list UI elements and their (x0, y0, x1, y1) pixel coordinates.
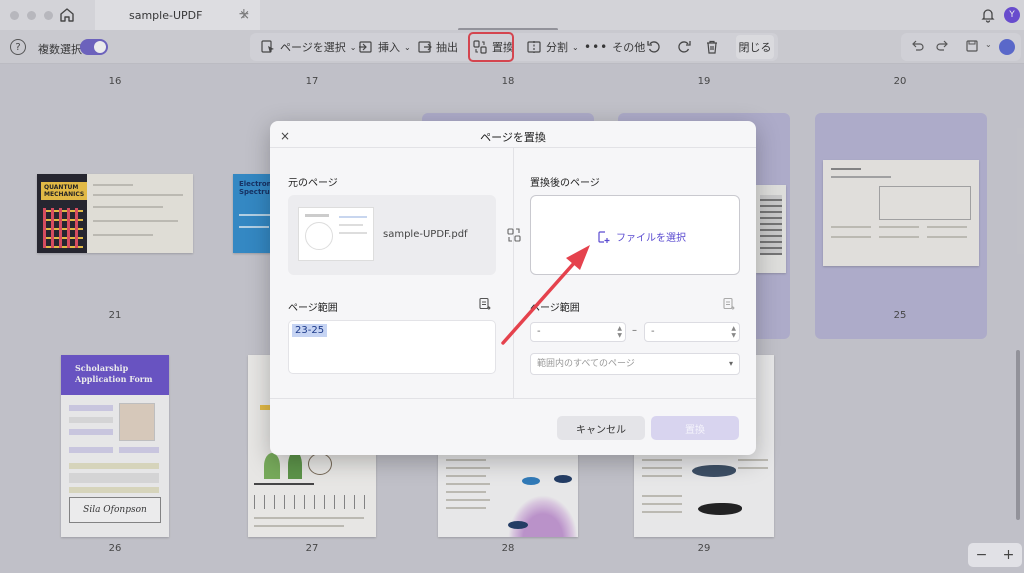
original-file-thumbnail (298, 207, 374, 261)
original-file-name: sample-UPDF.pdf (383, 229, 468, 240)
choose-file-label: ファイルを選択 (616, 233, 686, 244)
original-pages-label: 元のページ (288, 178, 338, 189)
range-to-stepper[interactable]: - ▲ ▼ (644, 322, 740, 342)
range-subset-value: 範囲内のすべてのページ (537, 359, 635, 369)
replace-pages-dialog: × ページを置換 元のページ sample-UPDF.pdf 置換後のページ フ… (270, 121, 756, 455)
chevron-down-icon: ▾ (728, 359, 733, 368)
page-range-options-icon[interactable] (722, 297, 736, 311)
zoom-in-button[interactable]: + (1003, 547, 1015, 563)
replace-confirm-button[interactable]: 置換 (651, 416, 739, 440)
divider (270, 398, 756, 399)
choose-file-dropzone[interactable]: ファイルを選択 (530, 195, 740, 275)
range-from-value: - (537, 326, 541, 337)
range-to-value: - (651, 326, 655, 337)
range-dash: – (632, 325, 637, 336)
original-file-card: sample-UPDF.pdf (288, 195, 496, 275)
page-range-value: 23-25 (292, 324, 328, 337)
replacement-pages-label: 置換後のページ (530, 178, 600, 189)
page-range-label: ページ範囲 (288, 303, 338, 314)
swap-icon[interactable] (506, 227, 522, 243)
replacement-range-label: ページ範囲 (530, 303, 580, 314)
zoom-control: − + (968, 543, 1022, 567)
range-from-stepper[interactable]: - ▲ ▼ (530, 322, 626, 342)
zoom-out-button[interactable]: − (976, 547, 988, 563)
stepper-arrows-icon[interactable]: ▲ ▼ (617, 325, 622, 339)
page-range-options-icon[interactable] (478, 297, 492, 311)
stepper-arrows-icon[interactable]: ▲ ▼ (731, 325, 736, 339)
divider (513, 148, 514, 398)
page-range-input[interactable]: 23-25 (288, 320, 496, 374)
dialog-title: ページを置換 (480, 131, 546, 144)
cancel-button[interactable]: キャンセル (557, 416, 645, 440)
add-file-icon (598, 230, 610, 243)
range-subset-select[interactable]: 範囲内のすべてのページ ▾ (530, 353, 740, 375)
